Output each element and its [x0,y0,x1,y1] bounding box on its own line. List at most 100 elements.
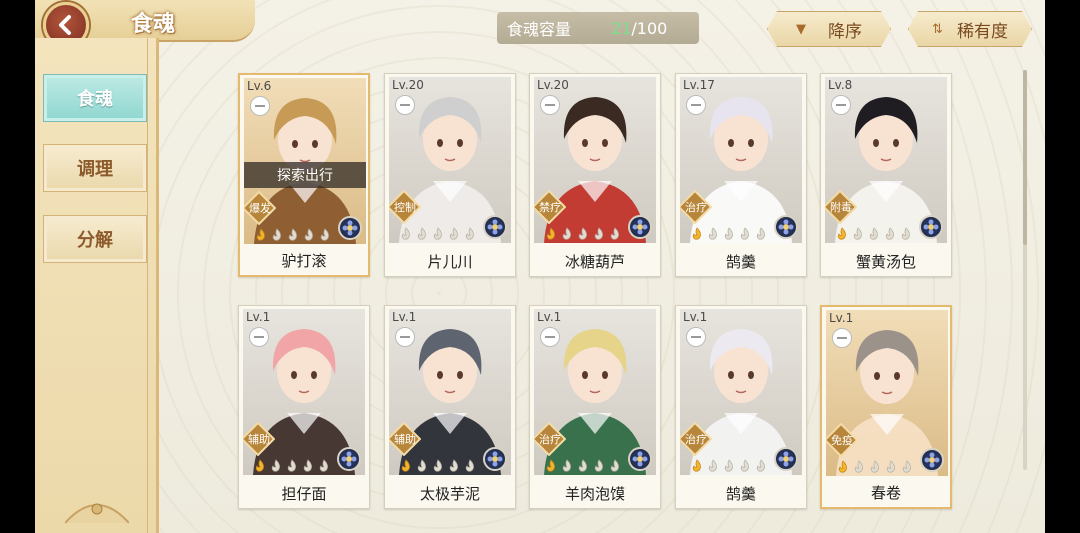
page-title: 食魂 [131,12,176,37]
star-rating [253,459,331,473]
character-card[interactable]: Lv.1 治疗 鹄羹 [675,305,807,509]
character-card[interactable]: Lv.1 治疗 羊肉泡馍 [529,305,661,509]
lock-badge-icon [395,95,415,115]
star-flame-icon [837,227,846,240]
tab-fenjie[interactable]: 分解 [43,215,147,263]
star-flame-icon [869,227,878,240]
star-flame-icon [692,227,701,240]
tab-shihun-label: 食魂 [77,89,113,110]
star-rating [254,228,332,242]
character-art: Lv.20 禁疗 [534,77,656,243]
star-flame-icon [433,227,442,240]
tab-tiaoli[interactable]: 调理 [43,144,147,192]
tab-tiaoli-label: 调理 [77,159,113,180]
card-level: Lv.6 [247,79,272,93]
tab-shihun[interactable]: 食魂 [43,74,147,122]
card-level: Lv.17 [683,78,715,92]
element-flower-icon [919,215,943,239]
star-flame-icon [594,227,603,240]
card-role: 辅助 [394,433,416,446]
star-flame-icon [287,459,296,472]
sort-arrows-icon: ⇅ [932,21,943,37]
element-flower-icon [483,447,507,471]
triangle-down-icon: ▼ [796,21,806,37]
star-flame-icon [271,459,280,472]
star-flame-icon [562,227,571,240]
star-rating [690,227,768,241]
character-art: Lv.1 辅助 [389,309,511,475]
element-flower-icon [920,448,944,472]
card-name: 冰糖葫芦 [564,253,625,271]
sort-order-button[interactable]: ▼ 降序 [767,11,891,47]
star-flame-icon [319,459,328,472]
lock-badge-icon [249,327,269,347]
card-name: 片儿川 [427,253,473,271]
star-flame-icon [594,459,603,472]
star-flame-icon [255,459,264,472]
element-flower-icon [628,447,652,471]
card-level: Lv.1 [246,310,271,324]
scroll-thumb[interactable] [1023,70,1027,245]
lock-badge-icon [540,327,560,347]
character-art: Lv.1 辅助 [243,309,365,475]
character-card[interactable]: Lv.20 控制 片儿川 [384,73,516,277]
scrollbar[interactable] [1023,70,1027,470]
star-flame-icon [546,227,555,240]
star-rating [544,459,622,473]
lock-badge-icon [686,327,706,347]
lock-badge-icon [686,95,706,115]
sort-order-label: 降序 [828,21,862,42]
card-role: 附毒 [830,201,852,214]
lock-badge-icon [395,327,415,347]
character-card[interactable]: Lv.1 免疫 春卷 [820,305,952,509]
star-rating [835,227,913,241]
sort-by-button[interactable]: ⇅ 稀有度 [908,11,1032,47]
star-flame-icon [853,227,862,240]
card-level: Lv.20 [392,78,424,92]
character-card[interactable]: Lv.20 禁疗 冰糖葫芦 [529,73,661,277]
element-flower-icon [483,215,507,239]
character-card[interactable]: Lv.17 治疗 鹄羹 [675,73,807,277]
back-arrow-icon [59,15,71,35]
lock-badge-icon [250,96,270,116]
character-card[interactable]: Lv.1 辅助 太极芋泥 [384,305,516,509]
star-flame-icon [401,459,410,472]
card-name: 驴打滚 [281,252,327,270]
star-flame-icon [304,228,313,241]
star-flame-icon [610,227,619,240]
element-flower-icon [337,447,361,471]
title-bar: 食魂 [35,0,255,48]
card-role: 控制 [394,201,416,214]
bottom-ornament-icon [65,503,129,524]
card-role: 免疫 [831,434,853,447]
star-flame-icon [724,459,733,472]
character-card[interactable]: Lv.6 探索出行 爆发 驴打滚 [238,73,370,277]
card-status: 探索出行 [244,162,366,188]
star-flame-icon [417,227,426,240]
star-flame-icon [401,227,410,240]
capacity-current: 21 [611,18,632,38]
character-art: Lv.1 治疗 [534,309,656,475]
card-role: 爆发 [249,202,271,215]
star-flame-icon [417,459,426,472]
element-flower-icon [774,215,798,239]
star-flame-icon [562,459,571,472]
character-card[interactable]: Lv.1 辅助 担仔面 [238,305,370,509]
card-role: 治疗 [685,201,707,214]
element-flower-icon [628,215,652,239]
card-name: 太极芋泥 [419,485,480,503]
star-flame-icon [546,459,555,472]
star-flame-icon [303,459,312,472]
star-flame-icon [272,228,281,241]
star-rating [836,460,914,474]
character-art: Lv.6 探索出行 爆发 [244,78,366,244]
star-flame-icon [256,228,265,241]
character-card[interactable]: Lv.8 附毒 蟹黄汤包 [820,73,952,277]
star-flame-icon [320,228,329,241]
card-level: Lv.1 [392,310,417,324]
tab-fenjie-label: 分解 [77,230,113,251]
star-flame-icon [740,459,749,472]
card-name: 鹄羹 [725,253,756,271]
card-role: 禁疗 [539,201,561,214]
card-role: 治疗 [539,433,561,446]
